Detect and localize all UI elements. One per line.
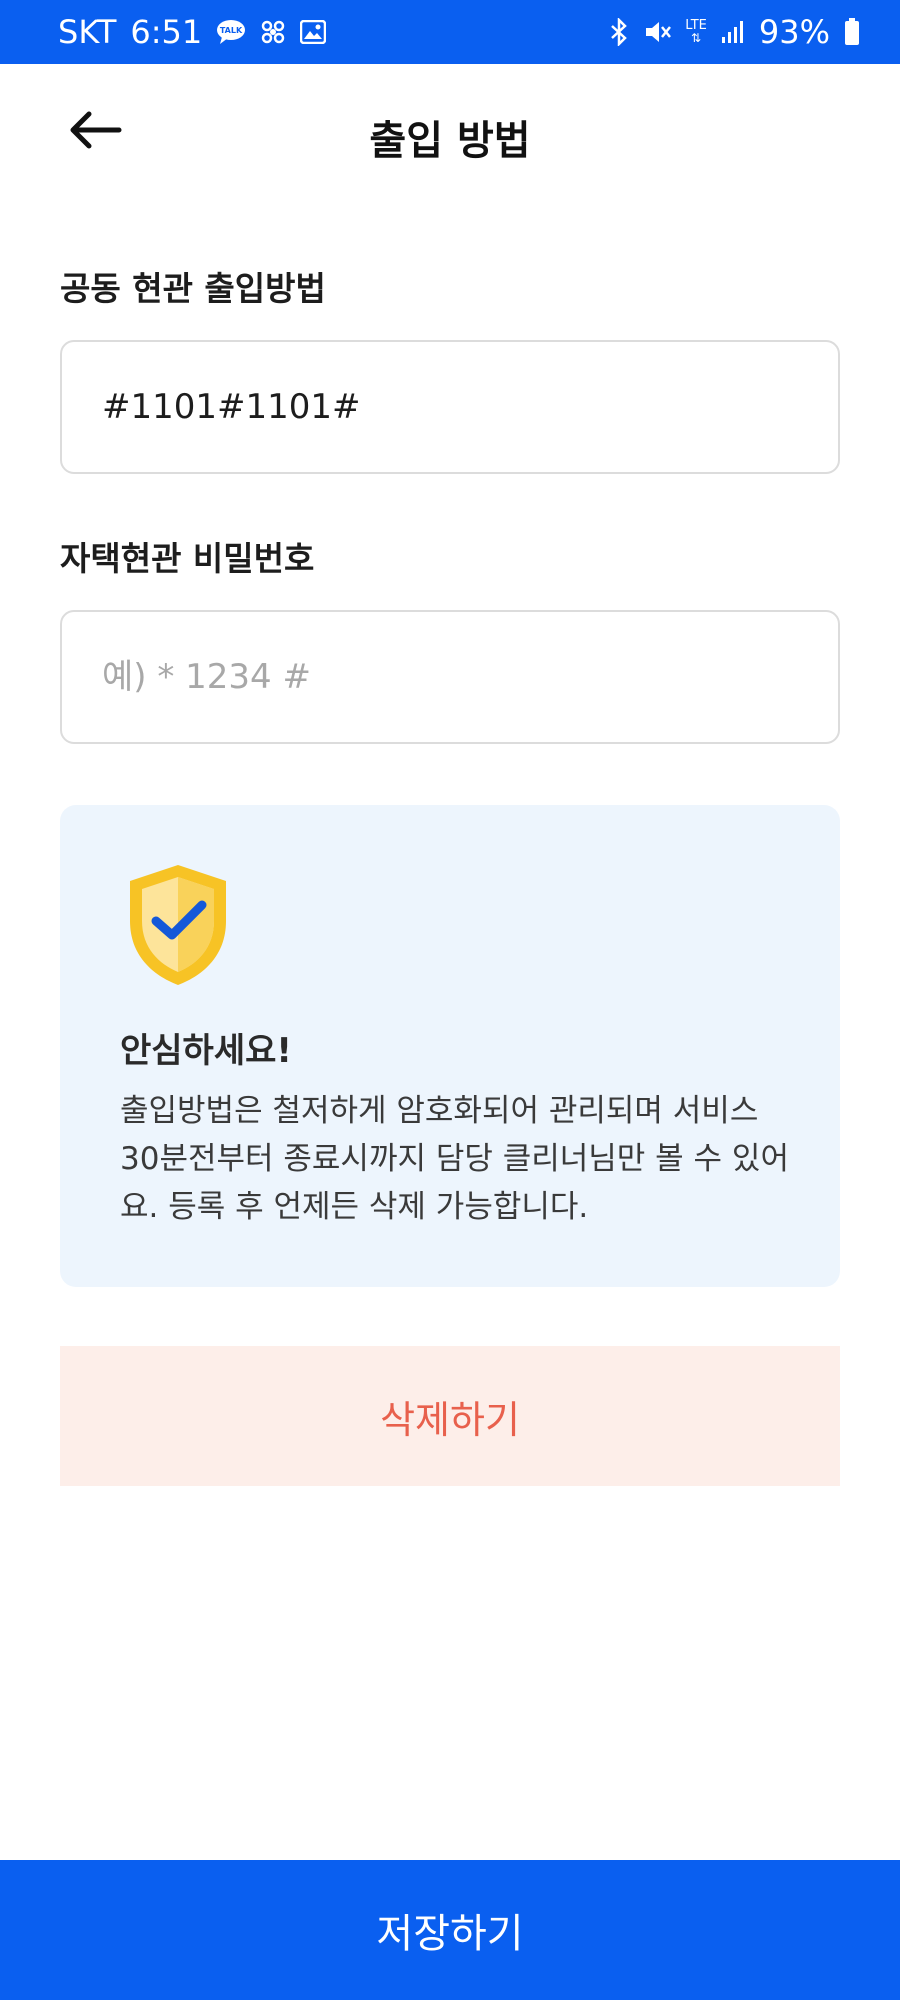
delete-button[interactable]: 삭제하기	[60, 1346, 840, 1486]
status-bar: SKT 6:51 TALK LTE ⇅ 93%	[0, 0, 900, 64]
clock-label: 6:51	[130, 13, 203, 51]
save-button[interactable]: 저장하기	[0, 1860, 900, 2000]
image-icon	[300, 20, 327, 44]
talk-icon: TALK	[216, 19, 246, 45]
info-title: 안심하세요!	[120, 1031, 292, 1071]
app-header: 출입 방법	[0, 64, 900, 204]
bluetooth-icon	[609, 18, 629, 46]
page-title: 출입 방법	[369, 118, 531, 164]
shield-check-icon	[126, 863, 230, 987]
cluster-icon	[260, 19, 286, 45]
home-entrance-field[interactable]	[60, 610, 840, 744]
mute-icon	[643, 18, 672, 46]
info-body: 출입방법은 철저하게 암호화되어 관리되며 서비스 30분전부터 종료시까지 담…	[120, 1093, 789, 1225]
home-entrance-label: 자택현관 비밀번호	[60, 539, 315, 578]
common-entrance-field[interactable]	[60, 340, 840, 474]
status-bar-left: SKT 6:51 TALK	[58, 13, 327, 51]
status-bar-right: LTE ⇅ 93%	[609, 13, 860, 51]
signal-icon	[721, 20, 745, 44]
security-info-card: 안심하세요! 출입방법은 철저하게 암호화되어 관리되며 서비스 30분전부터 …	[60, 805, 840, 1287]
carrier-label: SKT	[58, 13, 117, 51]
battery-icon	[844, 18, 860, 46]
common-entrance-input[interactable]	[102, 387, 798, 427]
lte-icon: LTE ⇅	[685, 18, 707, 45]
svg-text:TALK: TALK	[220, 26, 243, 35]
battery-percent: 93%	[758, 13, 830, 51]
home-entrance-input[interactable]	[102, 657, 798, 697]
common-entrance-label: 공동 현관 출입방법	[60, 269, 326, 308]
